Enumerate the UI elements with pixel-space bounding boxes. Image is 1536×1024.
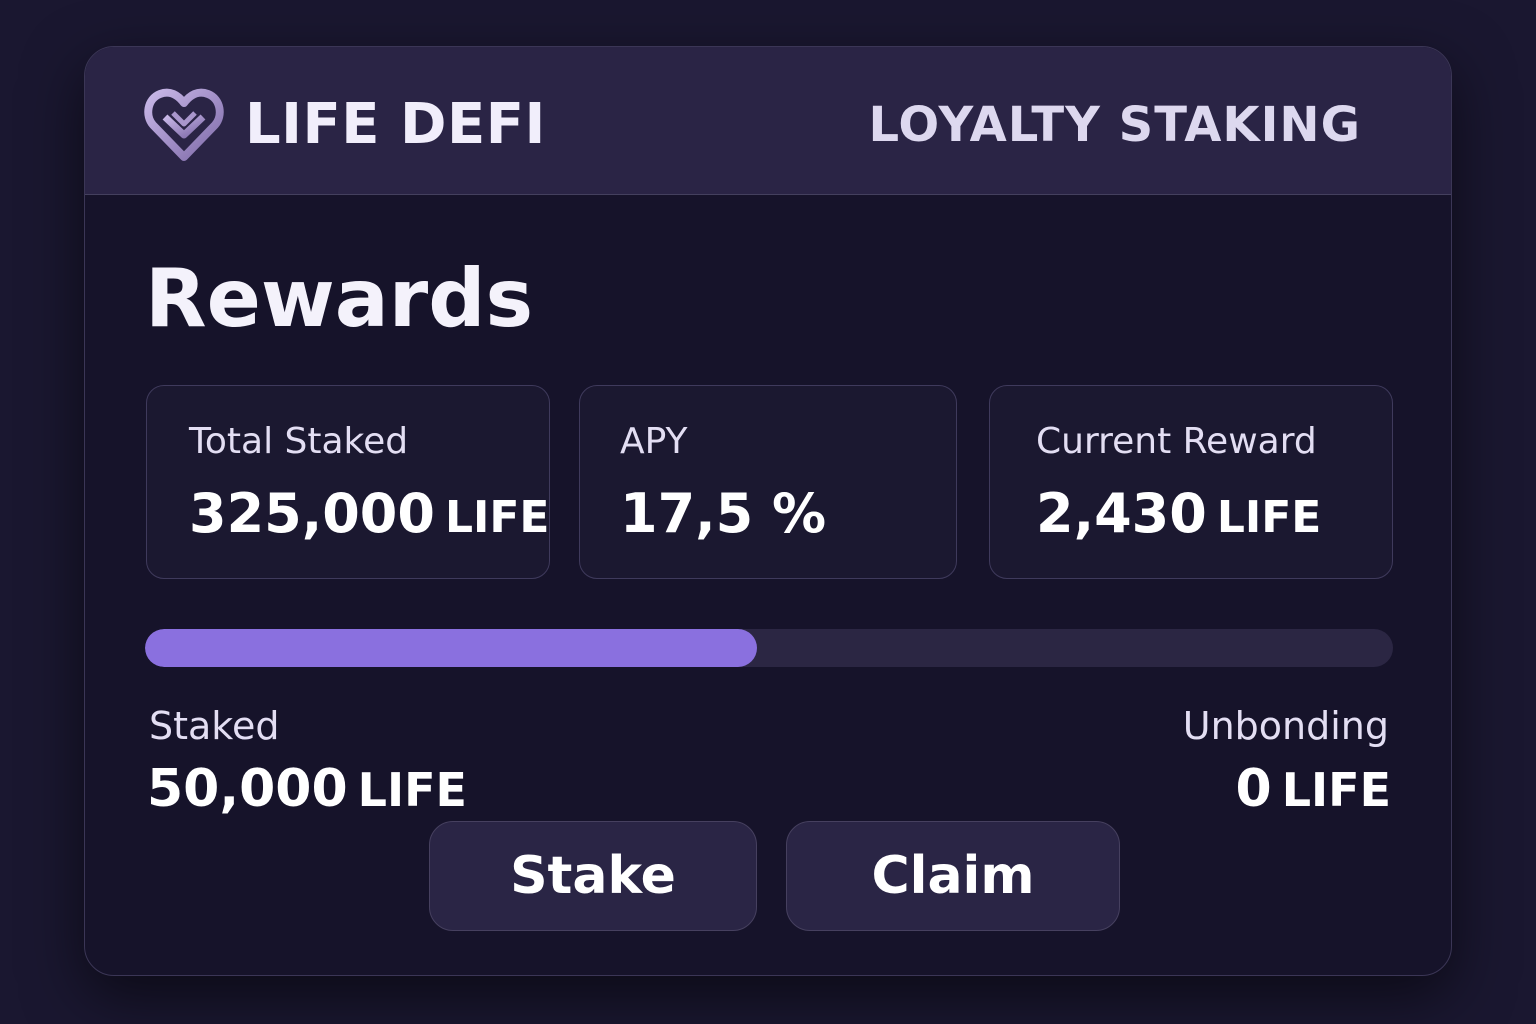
unbonding-value: 0 LIFE (1236, 759, 1391, 831)
page-title: Rewards (145, 252, 534, 345)
stake-button[interactable]: Stake (429, 821, 757, 931)
stat-number: 17,5 % (620, 482, 827, 545)
unbonding-label: Unbonding (1182, 704, 1389, 748)
brand-name: LIFE DEFI (245, 92, 546, 157)
stat-label: APY (620, 421, 688, 462)
stat-value: 2,430 LIFE (1036, 482, 1321, 559)
stat-value: 17,5 % (620, 482, 826, 559)
stat-unit: LIFE (444, 492, 550, 543)
stat-number: 325,000 (189, 482, 435, 545)
stat-card-total-staked: Total Staked 325,000 LIFE (146, 385, 550, 579)
staked-label: Staked (149, 704, 280, 748)
header-title: LOYALTY STAKING (868, 97, 1361, 153)
header-bar: LIFE DEFI LOYALTY STAKING (85, 47, 1451, 195)
stat-unit: LIFE (1216, 492, 1322, 543)
claim-button[interactable]: Claim (786, 821, 1120, 931)
staking-card: LIFE DEFI LOYALTY STAKING Rewards Total … (84, 46, 1452, 976)
unbonding-number: 0 (1235, 759, 1272, 819)
stat-label: Total Staked (189, 421, 409, 462)
staked-unit: LIFE (357, 763, 467, 817)
stat-card-apy: APY 17,5 % (579, 385, 957, 579)
unbonding-unit: LIFE (1281, 763, 1391, 817)
stat-label: Current Reward (1036, 421, 1317, 462)
stat-card-current-reward: Current Reward 2,430 LIFE (989, 385, 1393, 579)
stat-value: 325,000 LIFE (189, 482, 549, 559)
staked-number: 50,000 (147, 759, 348, 819)
progress-fill (145, 629, 757, 667)
stat-number: 2,430 (1036, 482, 1207, 545)
heart-logo-icon (143, 83, 225, 165)
staking-progress-bar (145, 629, 1393, 667)
staked-value: 50,000 LIFE (147, 759, 467, 831)
